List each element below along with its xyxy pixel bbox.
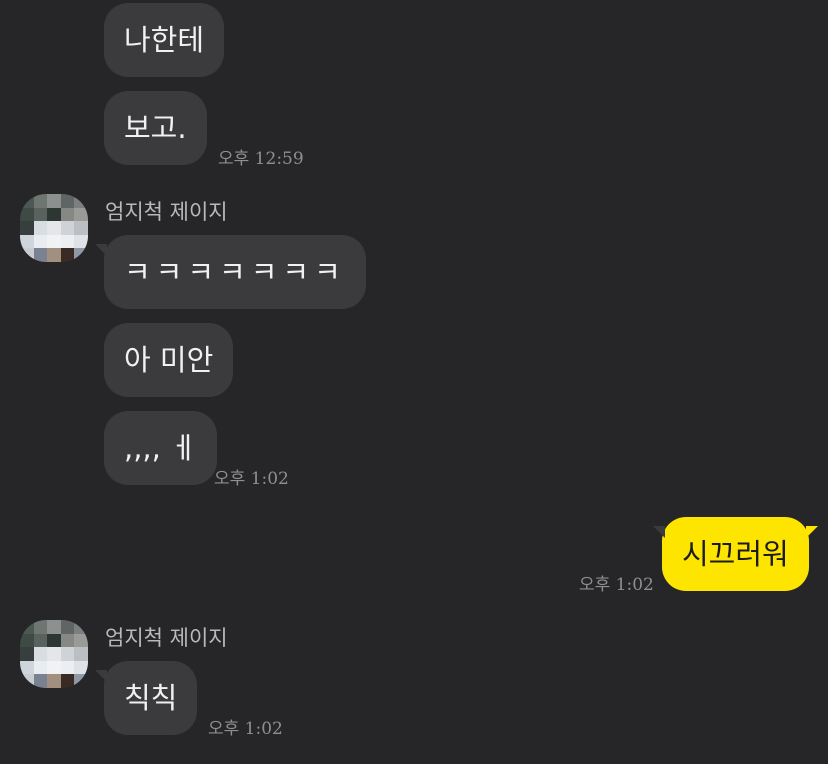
sender-avatar[interactable] bbox=[20, 194, 88, 262]
message-text: 나한테 bbox=[124, 23, 205, 57]
message-timestamp: 오후 1:02 bbox=[214, 469, 289, 489]
sender-name: 엄지척 제이지 bbox=[105, 626, 228, 650]
message-text: 보고. bbox=[124, 111, 187, 145]
message-bubble[interactable]: 칙칙 bbox=[94, 661, 198, 735]
my-message-bubble[interactable]: 시끄러워 bbox=[653, 517, 818, 591]
message-text: ,,,, ㅔ bbox=[124, 431, 197, 465]
message-timestamp: 오후 1:02 bbox=[579, 575, 654, 595]
message-bubble[interactable]: ㅋㅋㅋㅋㅋㅋㅋ bbox=[95, 235, 366, 309]
message-bubble[interactable]: 나한테 bbox=[104, 3, 225, 77]
message-text: 칙칙 bbox=[124, 681, 178, 715]
sender-avatar[interactable] bbox=[20, 620, 88, 688]
message-timestamp: 오후 12:59 bbox=[218, 149, 304, 169]
message-timestamp: 오후 1:02 bbox=[208, 719, 283, 739]
message-bubble[interactable]: 보고. bbox=[104, 91, 207, 165]
message-text: ㅋㅋㅋㅋㅋㅋㅋ bbox=[124, 255, 346, 289]
message-text: 시끄러워 bbox=[682, 537, 789, 571]
message-text: 아 미안 bbox=[124, 343, 214, 377]
sender-name: 엄지척 제이지 bbox=[105, 200, 228, 224]
message-bubble[interactable]: 아 미안 bbox=[104, 323, 234, 397]
message-bubble[interactable]: ,,,, ㅔ bbox=[104, 411, 217, 485]
